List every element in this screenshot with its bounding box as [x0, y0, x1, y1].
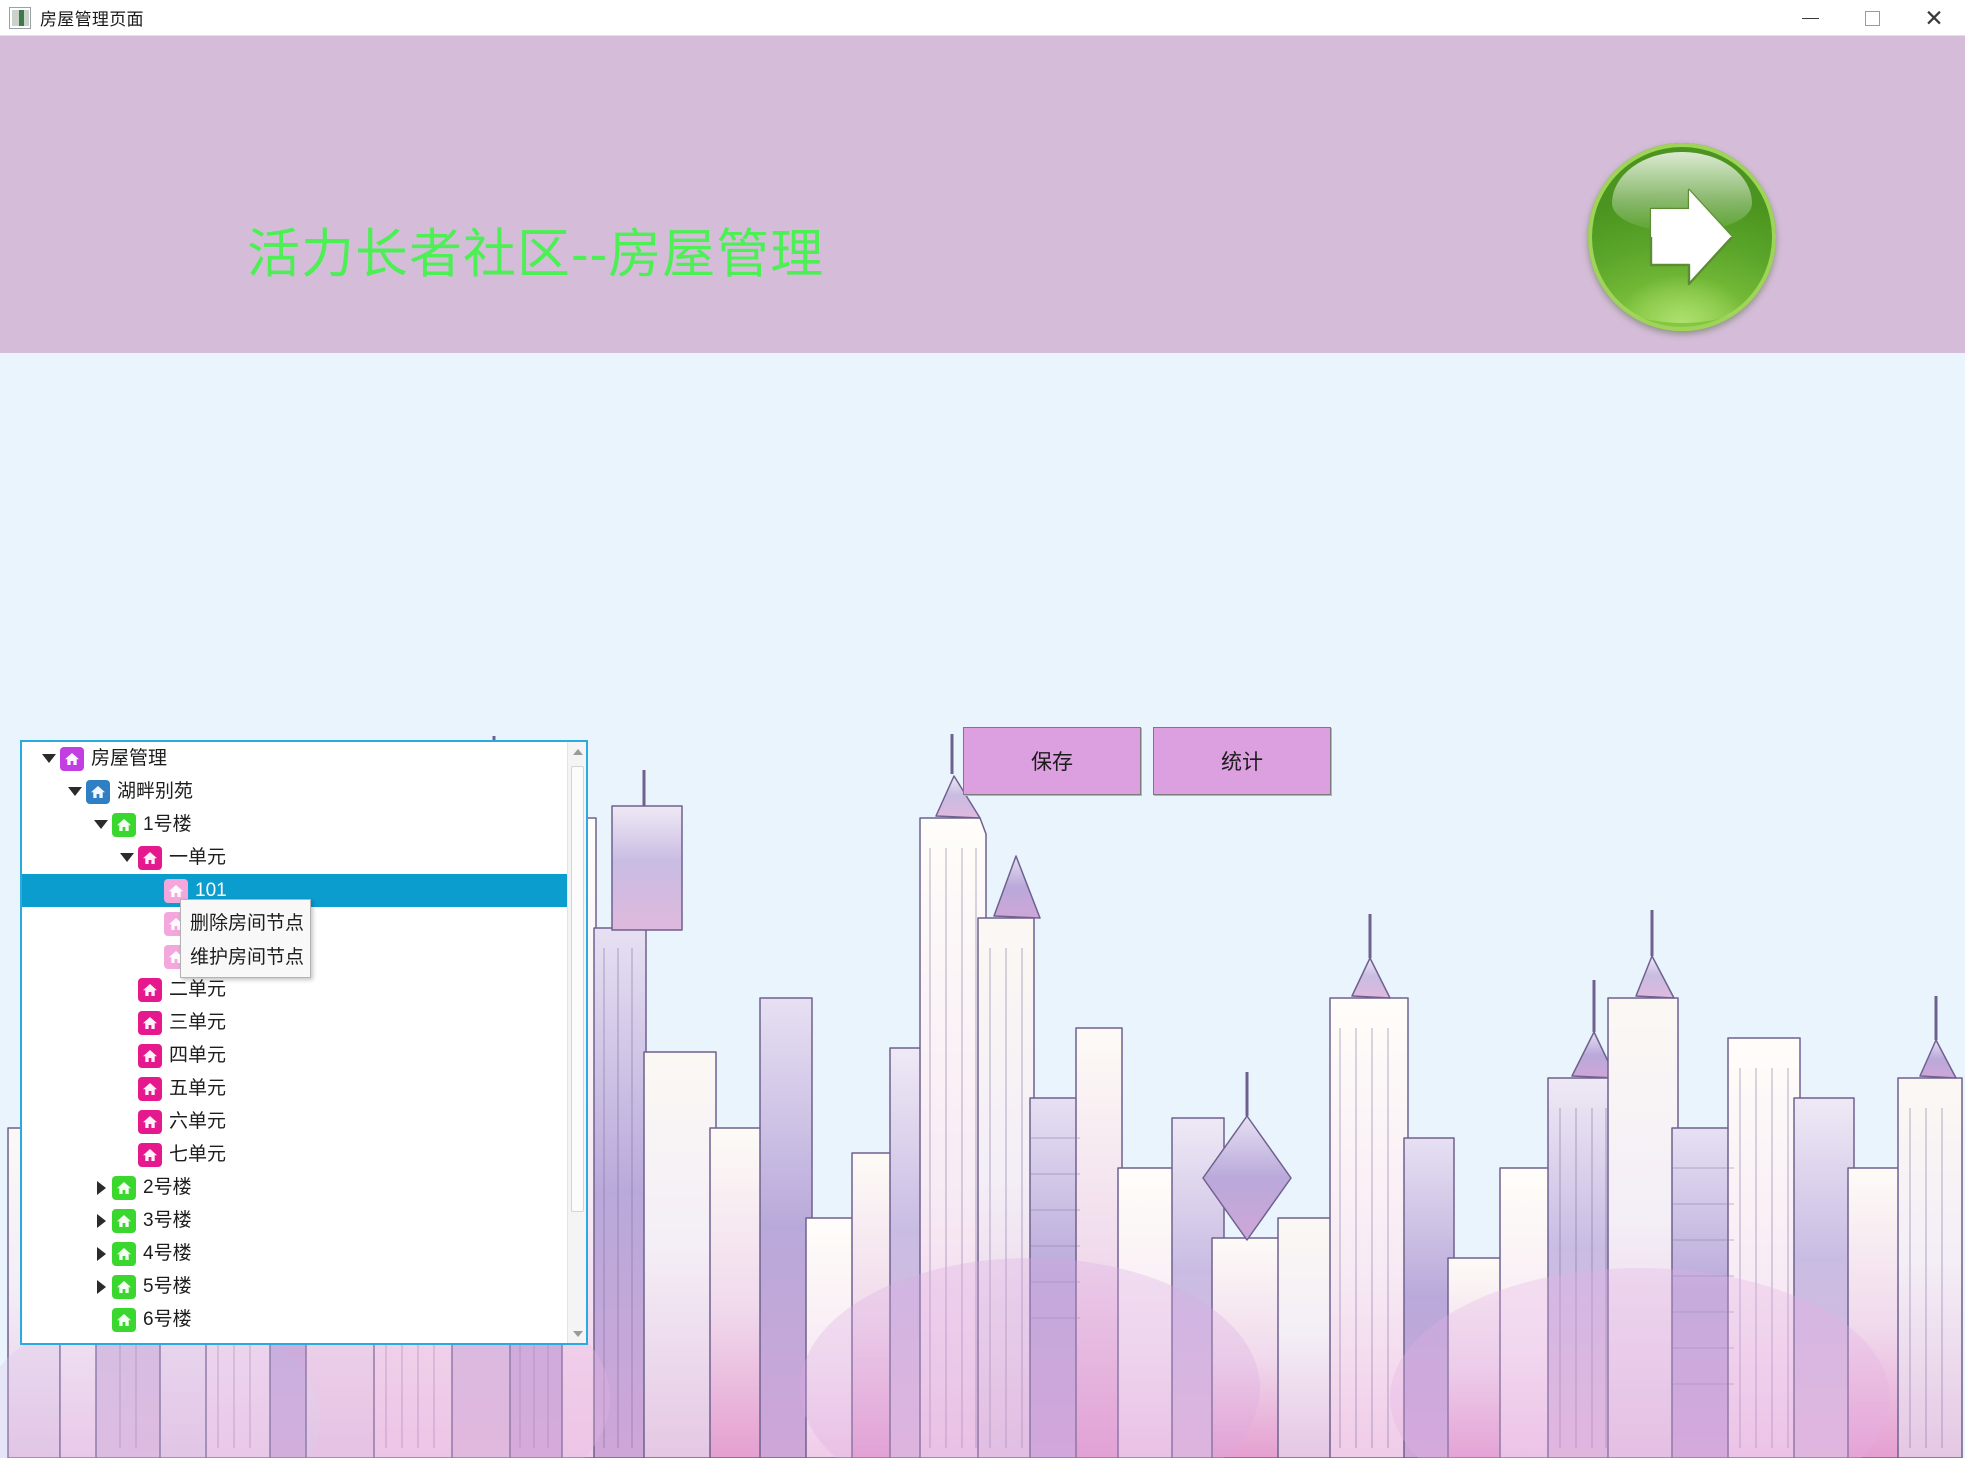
tree-node-row[interactable]: 4号楼 — [22, 1237, 567, 1270]
page-header-banner: 活力长者社区--房屋管理 — [0, 36, 1965, 353]
tree-node-row[interactable]: 湖畔别苑 — [22, 775, 567, 808]
house-icon — [86, 779, 110, 804]
house-icon — [138, 1109, 162, 1134]
save-button[interactable]: 保存 — [963, 727, 1141, 795]
app-window-icon — [9, 6, 31, 29]
next-page-button[interactable] — [1588, 143, 1776, 331]
tree-node-row[interactable]: 房屋管理 — [22, 742, 567, 775]
house-icon — [112, 1307, 136, 1332]
expand-arrow-down-icon[interactable] — [116, 841, 138, 874]
house-tree[interactable]: 房屋管理湖畔别苑1号楼一单元101201301二单元三单元四单元五单元六单元七单… — [22, 742, 567, 1343]
tree-node-label: 5号楼 — [143, 1276, 192, 1297]
expand-arrow-right-icon[interactable] — [90, 1171, 112, 1204]
tree-node-label: 3号楼 — [143, 1210, 192, 1231]
chevron-down-icon — [572, 1330, 583, 1337]
application-window: 房屋管理页面 ✕ 活力长者社区--房屋管理 保存 统计 房屋管理 湖畔别苑 1号… — [0, 0, 1965, 1458]
scroll-down-button[interactable] — [568, 1324, 586, 1343]
house-icon — [112, 1241, 136, 1266]
context-menu-item[interactable]: 删除房间节点 — [181, 904, 310, 938]
tree-node-row[interactable]: 四单元 — [22, 1039, 567, 1072]
expand-arrow-down-icon[interactable] — [38, 742, 60, 775]
close-icon: ✕ — [1924, 4, 1944, 31]
tree-node-row[interactable]: 1号楼 — [22, 808, 567, 841]
scrollbar-thumb[interactable] — [571, 766, 584, 1212]
scroll-up-button[interactable] — [568, 742, 586, 761]
context-menu-item-label: 维护房间节点 — [190, 946, 305, 968]
statistics-button-label: 统计 — [1221, 751, 1263, 774]
minimize-icon — [1801, 17, 1819, 19]
tree-node-row[interactable]: 三单元 — [22, 1006, 567, 1039]
tree-node-label: 湖畔别苑 — [117, 781, 194, 802]
page-body: 保存 统计 房屋管理湖畔别苑1号楼一单元101201301二单元三单元四单元五单… — [0, 353, 1965, 1458]
save-button-label: 保存 — [1031, 751, 1073, 774]
tree-node-label: 二单元 — [169, 979, 227, 1000]
tree-node-row[interactable]: 2号楼 — [22, 1171, 567, 1204]
house-tree-panel: 房屋管理湖畔别苑1号楼一单元101201301二单元三单元四单元五单元六单元七单… — [20, 740, 588, 1345]
tree-vertical-scrollbar[interactable] — [567, 742, 586, 1343]
maximize-icon — [1864, 10, 1880, 26]
house-icon — [112, 1274, 136, 1299]
context-menu-item[interactable]: 维护房间节点 — [181, 938, 310, 972]
tree-node-label: 6号楼 — [143, 1309, 192, 1330]
house-icon — [138, 1010, 162, 1035]
expand-arrow-down-icon[interactable] — [64, 775, 86, 808]
window-title: 房屋管理页面 — [40, 10, 144, 29]
window-titlebar: 房屋管理页面 ✕ — [0, 0, 1965, 36]
tree-node-label: 三单元 — [169, 1012, 227, 1033]
tree-node-label: 101 — [195, 880, 227, 901]
tree-node-label: 1号楼 — [143, 814, 192, 835]
tree-node-label: 房屋管理 — [91, 748, 168, 769]
tree-node-row[interactable]: 一单元 — [22, 841, 567, 874]
minimize-button[interactable] — [1779, 0, 1841, 36]
tree-node-label: 四单元 — [169, 1045, 227, 1066]
house-icon — [138, 1142, 162, 1167]
house-icon — [112, 1208, 136, 1233]
house-icon — [138, 1076, 162, 1101]
tree-node-row[interactable]: 七单元 — [22, 1138, 567, 1171]
tree-node-row[interactable]: 6号楼 — [22, 1303, 567, 1336]
tree-node-row[interactable]: 五单元 — [22, 1072, 567, 1105]
house-icon — [112, 812, 136, 837]
tree-node-row[interactable]: 5号楼 — [22, 1270, 567, 1303]
house-icon — [138, 1043, 162, 1068]
tree-node-label: 七单元 — [169, 1144, 227, 1165]
context-menu-item-label: 删除房间节点 — [190, 912, 305, 934]
expand-arrow-right-icon[interactable] — [90, 1204, 112, 1237]
expand-arrow-down-icon[interactable] — [90, 808, 112, 841]
house-icon — [138, 845, 162, 870]
tree-node-label: 六单元 — [169, 1111, 227, 1132]
house-icon — [60, 746, 84, 771]
window-controls: ✕ — [1779, 0, 1965, 36]
house-icon — [112, 1175, 136, 1200]
statistics-button[interactable]: 统计 — [1153, 727, 1331, 795]
tree-node-label: 五单元 — [169, 1078, 227, 1099]
tree-node-row[interactable]: 六单元 — [22, 1105, 567, 1138]
page-title: 活力长者社区--房屋管理 — [247, 225, 825, 284]
arrow-right-icon — [1649, 188, 1734, 286]
close-button[interactable]: ✕ — [1903, 0, 1965, 36]
tree-node-label: 4号楼 — [143, 1243, 192, 1264]
tree-node-label: 2号楼 — [143, 1177, 192, 1198]
maximize-button[interactable] — [1841, 0, 1903, 36]
house-icon — [138, 977, 162, 1002]
expand-arrow-right-icon[interactable] — [90, 1270, 112, 1303]
tree-node-row[interactable]: 3号楼 — [22, 1204, 567, 1237]
tree-context-menu[interactable]: 删除房间节点 维护房间节点 — [180, 899, 311, 978]
chevron-up-icon — [572, 748, 583, 755]
expand-arrow-right-icon[interactable] — [90, 1237, 112, 1270]
tree-node-label: 一单元 — [169, 847, 227, 868]
